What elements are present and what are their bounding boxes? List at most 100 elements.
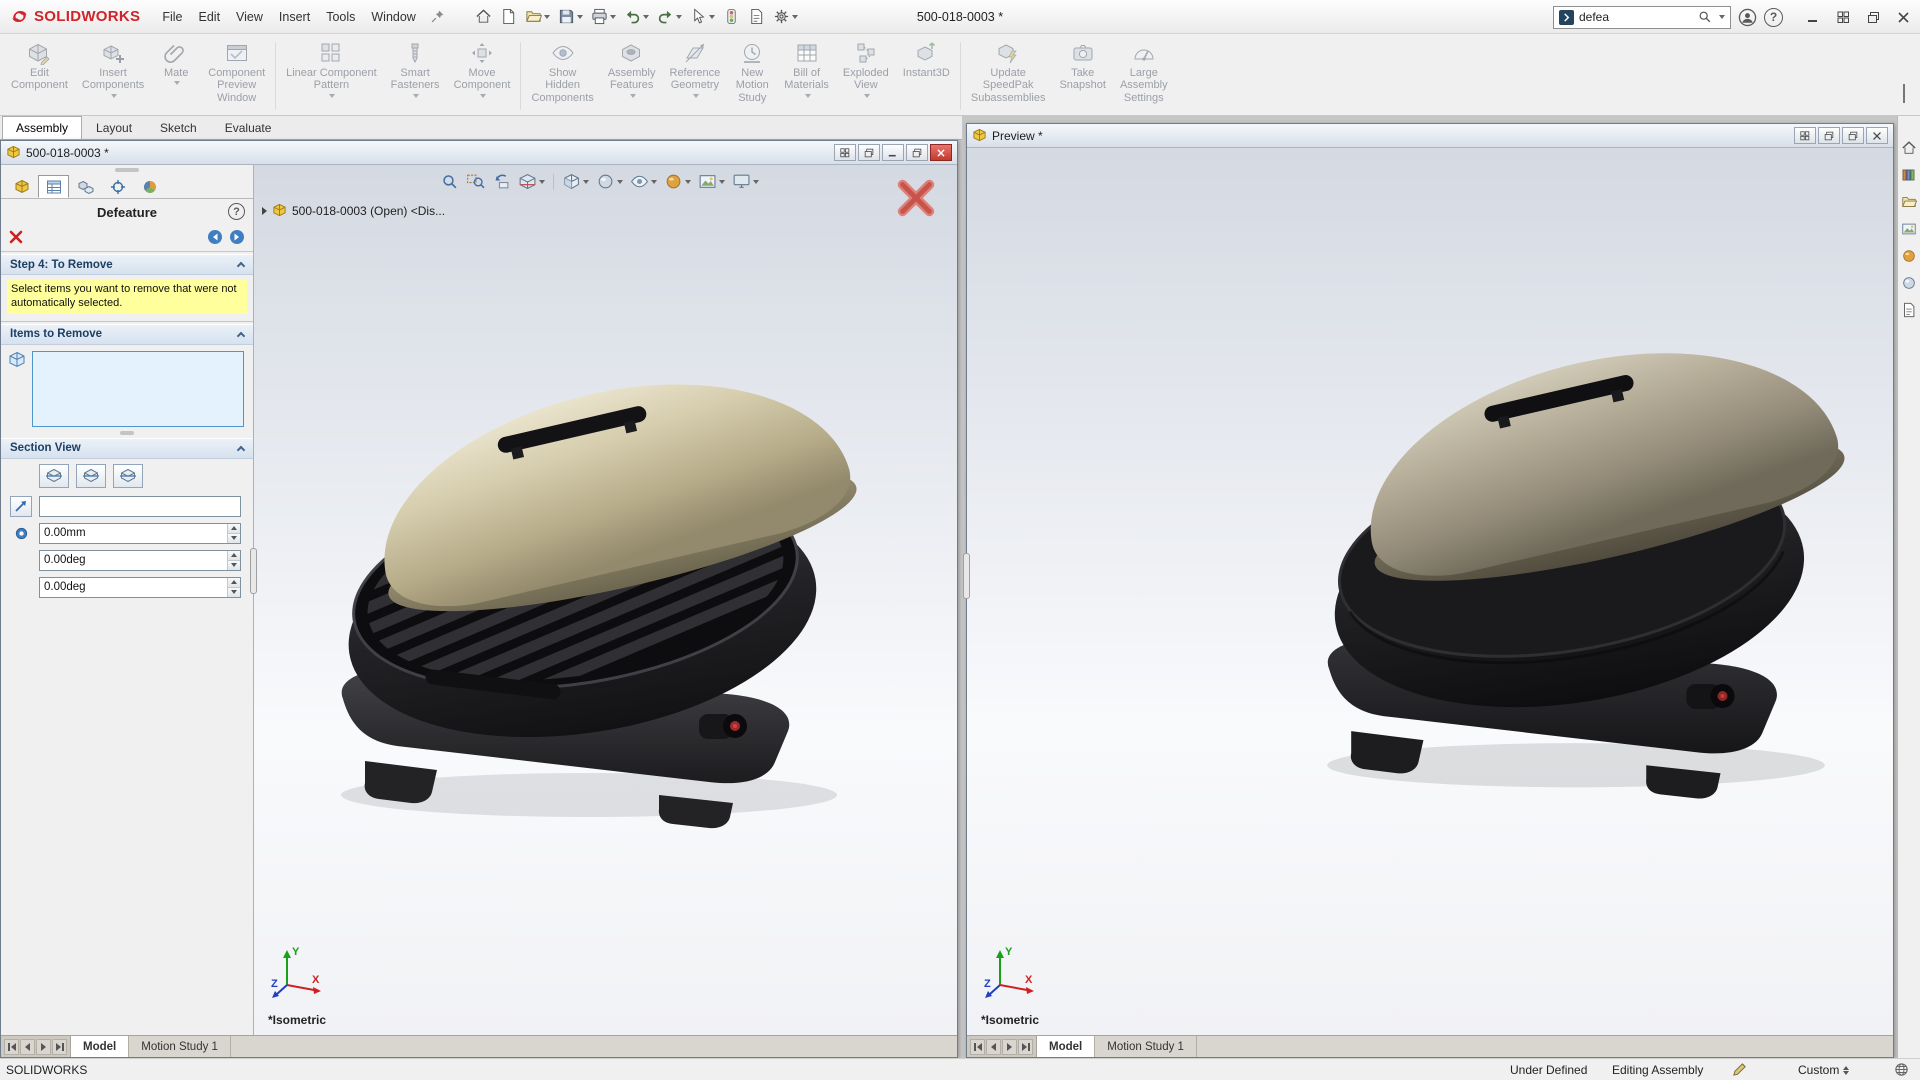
section-plane-3-button[interactable] — [113, 464, 143, 488]
section-reference-input[interactable] — [39, 496, 241, 517]
resources-button[interactable] — [1901, 140, 1917, 156]
help-icon[interactable]: ? — [1764, 8, 1783, 27]
spin-down-button[interactable] — [228, 561, 240, 570]
search-icon[interactable] — [1698, 10, 1712, 24]
ribbon-button-mate[interactable]: Mate — [151, 37, 201, 115]
scenes-button[interactable] — [1901, 275, 1917, 291]
previous-step-button[interactable] — [207, 229, 223, 245]
section-plane-1-button[interactable] — [39, 464, 69, 488]
document-titlebar[interactable]: 500-018-0003 * — [1, 141, 957, 165]
tab-motion-study[interactable]: Motion Study 1 — [129, 1036, 231, 1057]
zoom-to-fit-button[interactable] — [438, 171, 461, 192]
options-button[interactable] — [769, 5, 802, 28]
dimxpertmanager-tab[interactable] — [102, 175, 133, 198]
ribbon-button-take-snapshot[interactable]: Take Snapshot — [1052, 37, 1112, 115]
zoom-to-area-button[interactable] — [464, 171, 487, 192]
open-button[interactable] — [521, 5, 554, 28]
tab-sketch[interactable]: Sketch — [146, 116, 211, 139]
section-angle1-field[interactable]: 0.00deg — [39, 550, 241, 571]
globe-icon[interactable] — [1894, 1062, 1909, 1077]
tab-layout[interactable]: Layout — [82, 116, 146, 139]
tab-model[interactable]: Model — [71, 1036, 129, 1057]
preview-close-button[interactable] — [1866, 127, 1888, 144]
group-section-view[interactable]: Section View — [1, 438, 253, 459]
featuremanager-tab[interactable] — [6, 175, 37, 198]
scroll-first-button[interactable] — [970, 1039, 985, 1055]
scroll-last-button[interactable] — [1018, 1039, 1033, 1055]
new-document-button[interactable] — [496, 5, 521, 28]
ribbon-button-instant3d[interactable]: Instant3D — [896, 37, 957, 115]
ribbon-button-insert-components[interactable]: Insert Components — [75, 37, 151, 115]
section-plane-2-button[interactable] — [76, 464, 106, 488]
next-step-button[interactable] — [229, 229, 245, 245]
tile-horizontal-button[interactable] — [858, 144, 880, 161]
file-properties-button[interactable] — [744, 5, 769, 28]
apply-scene-button[interactable] — [696, 171, 727, 192]
display-style-button[interactable] — [594, 171, 625, 192]
panel-splitter-grip[interactable] — [250, 548, 257, 594]
tile-vertical-button[interactable] — [834, 144, 856, 161]
doc-minimize-button[interactable] — [882, 144, 904, 161]
ribbon-button-large-assembly-settings[interactable]: Large Assembly Settings — [1113, 37, 1175, 115]
home-button[interactable] — [471, 5, 496, 28]
close-button[interactable] — [1888, 4, 1918, 30]
file-explorer-button[interactable] — [1901, 194, 1917, 210]
preview-tile-vertical-button[interactable] — [1794, 127, 1816, 144]
angle1-value[interactable]: 0.00deg — [40, 551, 227, 570]
ribbon-button-linear-component-pattern[interactable]: Linear Component Pattern — [279, 37, 384, 115]
displaymanager-tab[interactable] — [134, 175, 165, 198]
ribbon-button-reference-geometry[interactable]: Reference Geometry — [663, 37, 728, 115]
listbox-resize-handle[interactable] — [1, 429, 253, 438]
redo-button[interactable] — [653, 5, 686, 28]
search-input[interactable]: defea — [1579, 10, 1693, 24]
grill-knob[interactable] — [1686, 684, 1734, 709]
reverse-direction-button[interactable] — [10, 496, 32, 517]
ribbon-button-component-preview-window[interactable]: Component Preview Window — [201, 37, 272, 115]
previous-view-button[interactable] — [490, 171, 513, 192]
ribbon-button-exploded-view[interactable]: Exploded View — [836, 37, 896, 115]
spin-up-button[interactable] — [228, 524, 240, 534]
pm-help-icon[interactable]: ? — [228, 203, 245, 220]
cancel-icon[interactable] — [9, 230, 23, 244]
ribbon-button-show-hidden-components[interactable]: Show Hidden Components — [524, 37, 600, 115]
menu-tools[interactable]: Tools — [318, 5, 363, 29]
select-button[interactable] — [686, 5, 719, 28]
scroll-right-button[interactable] — [1002, 1039, 1017, 1055]
ribbon-button-move-component[interactable]: Move Component — [447, 37, 518, 115]
account-button[interactable] — [1738, 8, 1757, 27]
tab-motion-study[interactable]: Motion Study 1 — [1095, 1036, 1197, 1057]
hide-show-items-button[interactable] — [628, 171, 659, 192]
print-button[interactable] — [587, 5, 620, 28]
propertymanager-tab[interactable] — [38, 175, 69, 198]
cancel-defeature-button[interactable] — [893, 175, 939, 221]
search-dropdown-caret[interactable] — [1719, 15, 1725, 19]
group-items-to-remove[interactable]: Items to Remove — [1, 324, 253, 345]
preview-graphics-area[interactable]: Y X Z *Isometric — [967, 148, 1893, 1035]
tab-evaluate[interactable]: Evaluate — [211, 116, 286, 139]
angle2-value[interactable]: 0.00deg — [40, 578, 227, 597]
menu-file[interactable]: File — [154, 5, 190, 29]
view-orientation-button[interactable] — [560, 171, 591, 192]
spin-up-button[interactable] — [228, 578, 240, 588]
search-box[interactable]: defea — [1553, 6, 1731, 29]
edit-appearance-button[interactable] — [662, 171, 693, 192]
view-palette-button[interactable] — [1901, 221, 1917, 237]
graphics-area[interactable]: 500-018-0003 (Open) <Dis... — [254, 165, 957, 1035]
tab-model[interactable]: Model — [1037, 1036, 1095, 1057]
tab-assembly[interactable]: Assembly — [2, 116, 82, 139]
restore-button[interactable] — [1858, 4, 1888, 30]
scroll-first-button[interactable] — [4, 1039, 19, 1055]
panel-drag-handle[interactable] — [1, 165, 253, 174]
ribbon-button-smart-fasteners[interactable]: Smart Fasteners — [384, 37, 447, 115]
doc-restore-button[interactable] — [906, 144, 928, 161]
menu-edit[interactable]: Edit — [191, 5, 229, 29]
custom-dropdown[interactable]: Custom — [1798, 1063, 1849, 1077]
configurationmanager-tab[interactable] — [70, 175, 101, 198]
breadcrumb[interactable]: 500-018-0003 (Open) <Dis... — [262, 203, 445, 218]
ribbon-collapse-button[interactable] — [1900, 83, 1908, 107]
defeatured-grill-model-3d[interactable] — [1295, 300, 1857, 805]
scroll-right-button[interactable] — [36, 1039, 51, 1055]
undo-button[interactable] — [620, 5, 653, 28]
menu-insert[interactable]: Insert — [271, 5, 318, 29]
items-to-remove-list[interactable] — [32, 351, 244, 427]
